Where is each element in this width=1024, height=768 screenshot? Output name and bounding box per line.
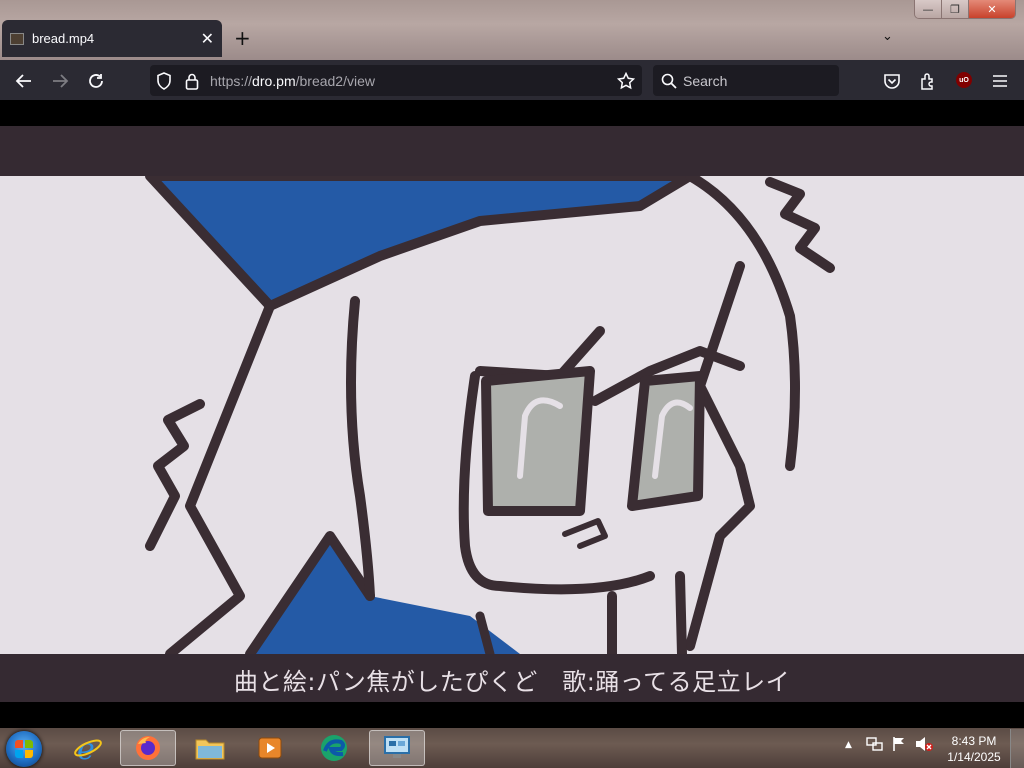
anime-character-illustration [145,176,835,654]
extensions-icon[interactable] [917,70,939,92]
windows-start-button[interactable] [6,731,42,767]
url-path: /bread2/view [295,73,375,89]
windows-logo-icon [15,740,23,748]
minimize-button[interactable]: — [915,0,942,18]
taskbar-clock[interactable]: 8:43 PM 1/14/2025 [942,733,1006,765]
network-icon[interactable] [866,736,884,755]
maximize-button[interactable]: ❐ [942,0,969,18]
forward-button[interactable] [49,70,71,92]
firefox-icon [136,736,160,760]
list-all-tabs-button[interactable]: ⌄ [882,29,893,44]
tray-expand-icon[interactable]: ▲ [845,740,852,750]
folder-icon [195,739,225,760]
window-controls: — ❐ ✕ [914,0,1016,19]
tab-title: bread.mp4 [32,31,95,46]
taskbar-edge[interactable] [306,730,362,766]
reload-button[interactable] [85,70,107,92]
taskbar-firefox[interactable] [120,730,176,766]
new-tab-button[interactable]: + [234,26,251,50]
tab-bread-mp4[interactable]: bread.mp4 ✕ [2,20,222,57]
pocket-icon[interactable] [881,70,903,92]
video-file-icon [10,32,24,45]
taskbar-file-explorer[interactable] [182,730,238,766]
taskbar-internet-explorer[interactable]: e [60,730,116,766]
taskbar-media-player[interactable] [242,730,298,766]
menu-hamburger-icon[interactable] [989,70,1011,92]
search-icon [658,70,680,92]
lock-icon[interactable] [181,70,203,92]
taskbar-remote-desktop[interactable] [369,730,425,766]
forward-arrow-icon [53,74,69,88]
video-letterbox-top [0,126,1024,176]
url-host: dro.pm [252,73,296,89]
remote-desktop-icon [384,736,410,758]
media-player-icon [258,737,282,759]
internet-explorer-icon: e [74,733,102,763]
back-arrow-icon [15,74,31,88]
tracking-protection-shield-icon[interactable] [153,70,175,92]
search-placeholder[interactable]: Search [683,73,727,89]
video-frame[interactable] [0,176,1024,654]
close-window-button[interactable]: ✕ [969,0,1015,18]
search-box[interactable] [653,65,839,96]
url-text[interactable]: https://dro.pm/bread2/view [210,73,375,89]
back-button[interactable] [13,70,35,92]
video-subtitle: 曲と絵:パン焦がしたぴくど 歌:踊ってる足立レイ [233,668,791,696]
show-desktop-button[interactable] [1010,729,1024,768]
close-tab-icon[interactable]: ✕ [201,29,214,49]
clock-date: 1/14/2025 [947,750,1001,764]
action-center-flag-icon[interactable] [891,736,907,755]
reload-icon [89,74,103,88]
bookmark-star-icon[interactable] [615,70,637,92]
ublock-origin-icon[interactable]: uO [956,72,972,88]
clock-time: 8:43 PM [951,734,997,748]
edge-icon [321,735,347,761]
volume-muted-icon[interactable] [914,736,934,755]
url-scheme: https:// [210,73,253,89]
